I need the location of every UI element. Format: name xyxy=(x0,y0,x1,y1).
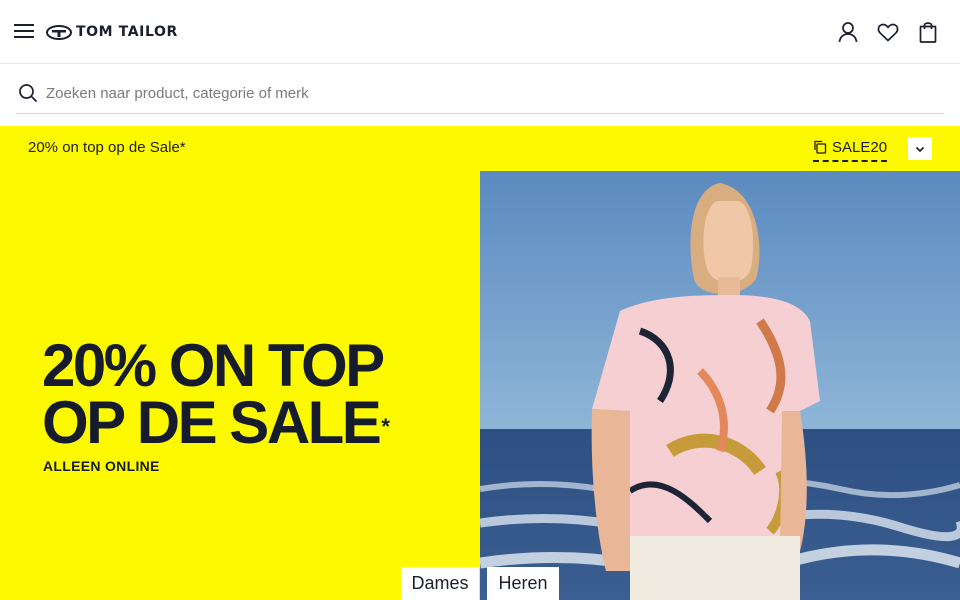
chevron-down-icon xyxy=(915,146,925,152)
heren-button[interactable]: Heren xyxy=(487,567,559,600)
heart-icon[interactable] xyxy=(876,20,900,44)
promo-code: SALE20 xyxy=(832,138,888,156)
hero-banner[interactable]: 20% ON TOP OP DE SALE* ALLEEN ONLINE Dam… xyxy=(0,171,960,600)
search-bar xyxy=(16,72,944,114)
dames-button[interactable]: Dames xyxy=(401,567,479,600)
shopping-bag-icon[interactable] xyxy=(916,20,940,44)
copy-icon xyxy=(814,140,827,154)
hero-headline-asterisk: * xyxy=(381,414,390,439)
logo-mark-icon xyxy=(46,24,72,40)
user-icon[interactable] xyxy=(836,20,860,44)
hamburger-menu-icon[interactable] xyxy=(14,22,34,38)
promo-code-button[interactable]: SALE20 xyxy=(813,136,888,162)
site-header: TOM TAILOR xyxy=(0,0,960,64)
search-input[interactable] xyxy=(46,78,926,108)
hero-headline: 20% ON TOP OP DE SALE* xyxy=(42,332,390,453)
hero-image xyxy=(480,171,960,600)
hero-text-panel: 20% ON TOP OP DE SALE* ALLEEN ONLINE xyxy=(0,171,480,600)
logo-text: TOM TAILOR xyxy=(76,24,178,40)
hero-headline-line1: 20% ON TOP xyxy=(42,332,385,399)
hero-subline: ALLEEN ONLINE xyxy=(43,458,160,474)
search-icon[interactable] xyxy=(18,83,38,103)
hero-headline-line2: OP DE SALE xyxy=(42,389,382,456)
logo[interactable]: TOM TAILOR xyxy=(46,22,178,42)
promo-bar: 20% on top op de Sale* SALE20 xyxy=(0,126,960,171)
promo-expand-button[interactable] xyxy=(908,137,932,160)
promo-text: 20% on top op de Sale* xyxy=(28,139,186,156)
